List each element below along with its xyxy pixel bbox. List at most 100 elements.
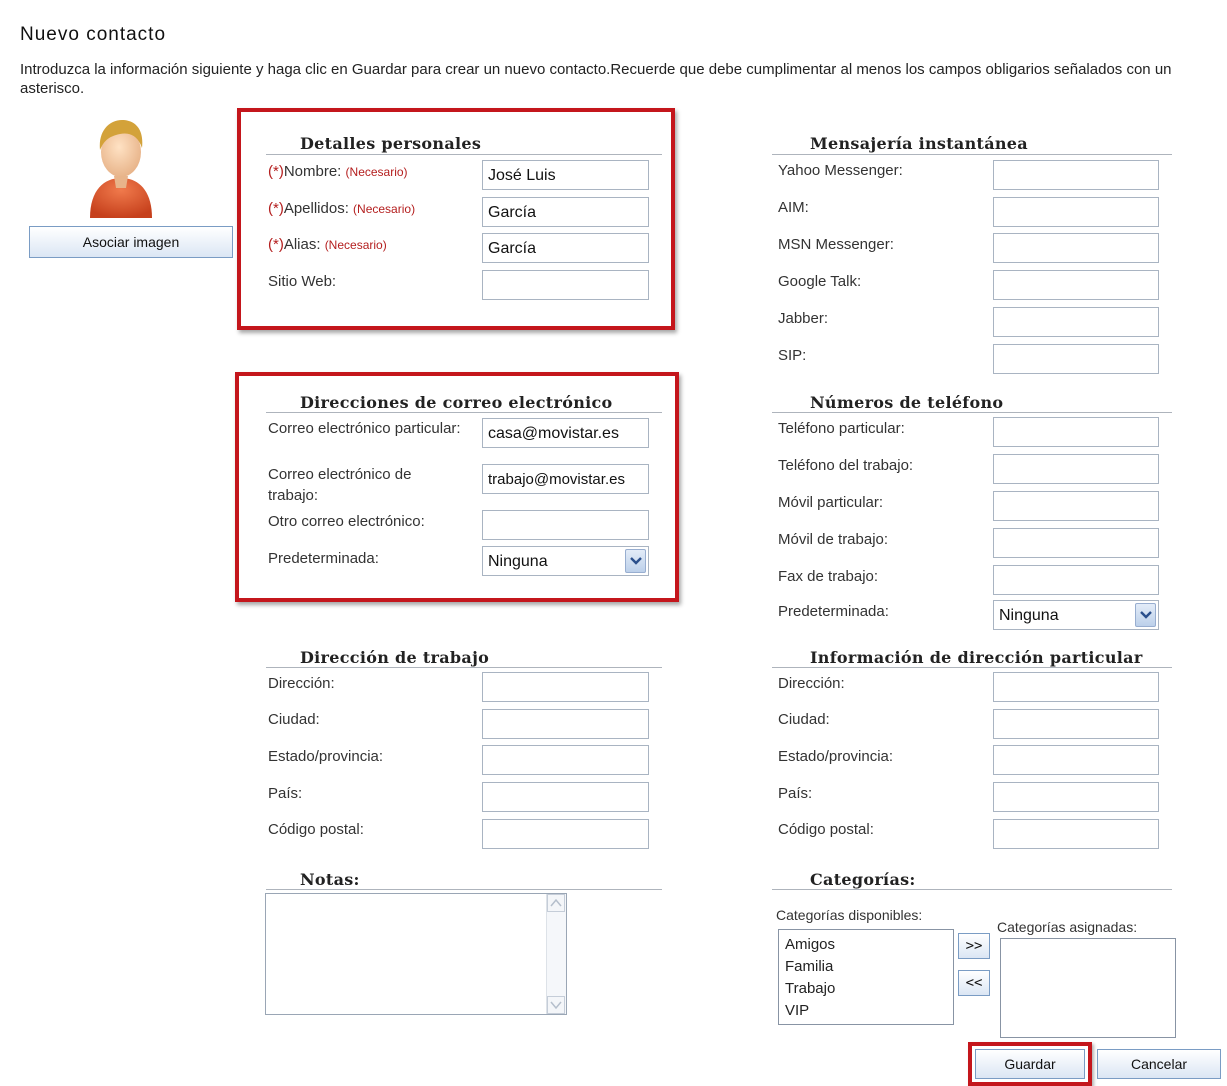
remove-category-button[interactable]: <<	[958, 970, 990, 996]
work-state-input[interactable]	[482, 745, 649, 775]
notes-scrollbar[interactable]	[546, 894, 566, 1014]
notes-divider	[266, 889, 662, 890]
phone-default-label: Predeterminada:	[778, 603, 889, 620]
categories-title: Categorías:	[810, 870, 916, 889]
work-zip-input[interactable]	[482, 819, 649, 849]
work-city-label: Ciudad:	[268, 711, 320, 728]
home-phone-label: Teléfono particular:	[778, 420, 905, 437]
yahoo-input[interactable]	[993, 160, 1159, 190]
home-mobile-label: Móvil particular:	[778, 494, 884, 511]
first-name-input[interactable]: José Luis	[482, 160, 649, 190]
sip-label: SIP:	[778, 347, 807, 364]
home-zip-label: Código postal:	[778, 821, 874, 838]
google-talk-label: Google Talk:	[778, 273, 862, 290]
home-zip-input[interactable]	[993, 819, 1159, 849]
list-item[interactable]: Familia	[779, 956, 953, 978]
work-phone-input[interactable]	[993, 454, 1159, 484]
home-country-label: País:	[778, 785, 813, 802]
work-mobile-label: Móvil de trabajo:	[778, 531, 889, 548]
alias-label: (*)Alias: (Necesario)	[268, 236, 387, 253]
chevron-down-icon[interactable]	[625, 549, 646, 573]
work-email-input[interactable]: trabajo@movistar.es	[482, 464, 649, 494]
home-city-input[interactable]	[993, 709, 1159, 739]
home-phone-input[interactable]	[993, 417, 1159, 447]
home-street-label: Dirección:	[778, 675, 845, 692]
home-country-input[interactable]	[993, 782, 1159, 812]
home-address-title: Información de dirección particular	[810, 648, 1143, 667]
home-email-input[interactable]: casa@movistar.es	[482, 418, 649, 448]
home-city-label: Ciudad:	[778, 711, 830, 728]
other-email-input[interactable]	[482, 510, 649, 540]
email-default-label: Predeterminada:	[268, 550, 379, 567]
home-address-divider	[772, 667, 1172, 668]
aim-input[interactable]	[993, 197, 1159, 227]
email-section-divider	[266, 412, 662, 413]
scroll-down-icon[interactable]	[547, 996, 565, 1014]
page-intro: Introduzca la información siguiente y ha…	[20, 61, 1172, 97]
work-country-label: País:	[268, 785, 303, 802]
sip-input[interactable]	[993, 344, 1159, 374]
yahoo-label: Yahoo Messenger:	[778, 162, 903, 179]
website-label: Sitio Web:	[268, 273, 337, 290]
personal-details-title: Detalles personales	[300, 134, 482, 153]
phone-default-value: Ninguna	[999, 607, 1059, 624]
available-categories-list[interactable]: Amigos Familia Trabajo VIP	[778, 929, 954, 1025]
work-street-input[interactable]	[482, 672, 649, 702]
work-city-input[interactable]	[482, 709, 649, 739]
other-email-label: Otro correo electrónico:	[268, 513, 425, 530]
work-street-label: Dirección:	[268, 675, 335, 692]
email-section-title: Direcciones de correo electrónico	[300, 393, 613, 412]
user-avatar-icon	[86, 118, 156, 222]
available-categories-label: Categorías disponibles:	[776, 907, 923, 923]
email-default-select[interactable]: Ninguna	[482, 546, 649, 576]
notes-title: Notas:	[300, 870, 360, 889]
assigned-categories-list[interactable]	[1000, 938, 1176, 1038]
work-address-divider	[266, 667, 662, 668]
last-name-label: (*)Apellidos: (Necesario)	[268, 200, 416, 217]
chevron-down-icon[interactable]	[1135, 603, 1156, 627]
save-button[interactable]: Guardar	[975, 1049, 1085, 1079]
list-item[interactable]: Trabajo	[779, 978, 953, 1000]
work-fax-input[interactable]	[993, 565, 1159, 595]
work-fax-label: Fax de trabajo:	[778, 568, 879, 585]
personal-details-divider	[266, 154, 662, 155]
last-name-input[interactable]: García	[482, 197, 649, 227]
list-item[interactable]: VIP	[779, 1000, 953, 1022]
page-title: Nuevo contacto	[20, 24, 167, 45]
home-email-label: Correo electrónico particular:	[268, 420, 461, 437]
work-address-title: Dirección de trabajo	[300, 648, 490, 667]
first-name-label: (*)Nombre: (Necesario)	[268, 163, 408, 180]
home-state-input[interactable]	[993, 745, 1159, 775]
categories-divider	[772, 889, 1172, 890]
work-mobile-input[interactable]	[993, 528, 1159, 558]
home-street-input[interactable]	[993, 672, 1159, 702]
msn-input[interactable]	[993, 233, 1159, 263]
im-divider	[772, 154, 1172, 155]
list-item[interactable]: Amigos	[779, 934, 953, 956]
google-talk-input[interactable]	[993, 270, 1159, 300]
work-phone-label: Teléfono del trabajo:	[778, 457, 914, 474]
im-title: Mensajería instantánea	[810, 134, 1028, 153]
home-mobile-input[interactable]	[993, 491, 1159, 521]
email-default-value: Ninguna	[488, 553, 548, 570]
work-email-label: Correo electrónico de trabajo:	[268, 466, 412, 504]
associate-image-button[interactable]: Asociar imagen	[29, 226, 233, 258]
aim-label: AIM:	[778, 199, 809, 216]
add-category-button[interactable]: >>	[958, 933, 990, 959]
jabber-input[interactable]	[993, 307, 1159, 337]
work-state-label: Estado/provincia:	[268, 748, 384, 765]
scroll-up-icon[interactable]	[547, 894, 565, 912]
website-input[interactable]	[482, 270, 649, 300]
assigned-categories-label: Categorías asignadas:	[997, 919, 1138, 935]
work-country-input[interactable]	[482, 782, 649, 812]
notes-textarea[interactable]	[265, 893, 567, 1015]
phones-divider	[772, 412, 1172, 413]
work-zip-label: Código postal:	[268, 821, 364, 838]
phone-default-select[interactable]: Ninguna	[993, 600, 1159, 630]
phones-title: Números de teléfono	[810, 393, 1004, 412]
msn-label: MSN Messenger:	[778, 236, 894, 253]
cancel-button[interactable]: Cancelar	[1097, 1049, 1221, 1079]
home-state-label: Estado/provincia:	[778, 748, 894, 765]
jabber-label: Jabber:	[778, 310, 829, 327]
alias-input[interactable]: García	[482, 233, 649, 263]
